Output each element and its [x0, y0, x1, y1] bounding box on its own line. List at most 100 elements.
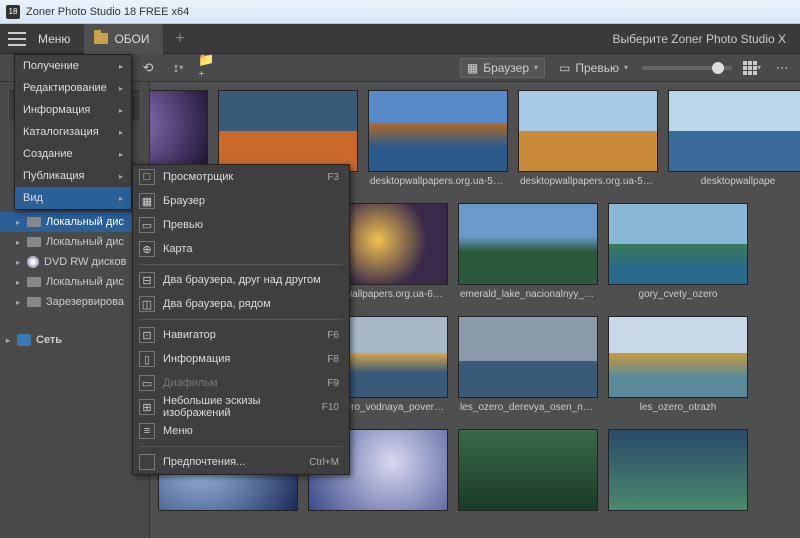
- menu-item-label: Редактирование: [23, 82, 107, 94]
- tree-item-drive[interactable]: ▸ Локальный дис: [0, 232, 149, 252]
- refresh-icon[interactable]: ⟲: [138, 58, 158, 78]
- thumbnail-image: [608, 316, 748, 398]
- submenu-item[interactable]: Предпочтения...Ctrl+M: [133, 450, 349, 474]
- thumbnail-image: [668, 90, 800, 172]
- thumbnail[interactable]: emerald_lake_nacionalnyy_park...: [458, 203, 598, 310]
- submenu-item[interactable]: ⊡НавигаторF6: [133, 323, 349, 347]
- menu-item-label: Создание: [23, 148, 73, 160]
- submenu-shortcut: F3: [327, 172, 339, 183]
- thumbnail[interactable]: desktopwallpapers.org.ua-5367...: [518, 90, 658, 197]
- submenu-shortcut: F10: [322, 402, 339, 413]
- sort-icon[interactable]: ↕▾: [168, 58, 188, 78]
- thumbnail-image: [458, 316, 598, 398]
- thumbnail[interactable]: [458, 429, 598, 525]
- submenu-label: Диафильм: [163, 377, 327, 389]
- network-root[interactable]: ▸ Сеть: [0, 330, 149, 350]
- add-folder-icon[interactable]: 📁⁺: [198, 58, 218, 78]
- menu-item[interactable]: Каталогизация▸: [15, 121, 131, 143]
- thumbnail-image: [218, 90, 358, 172]
- tree-item-drive[interactable]: ▸DVD RW дисков: [0, 252, 149, 272]
- submenu-label: Навигатор: [163, 329, 327, 341]
- tree-item-drive[interactable]: ▸ Локальный дис: [0, 212, 149, 232]
- thumbnail[interactable]: [608, 429, 748, 525]
- tab-label: ОБОИ: [114, 32, 149, 46]
- menu-item[interactable]: Получение▸: [15, 55, 131, 77]
- chevron-right-icon: ▸: [119, 172, 123, 181]
- tree-item-label: Локальный дис: [46, 236, 124, 248]
- submenu-icon: ◫: [139, 296, 155, 312]
- thumbnail[interactable]: desktopwallpapers.org.ua-5261...: [368, 90, 508, 197]
- grid-small-icon: ▦: [467, 61, 478, 75]
- submenu-icon: ▦: [139, 193, 155, 209]
- submenu-icon: ⊟: [139, 272, 155, 288]
- new-tab-button[interactable]: +: [163, 30, 196, 48]
- thumbnail-label: [308, 511, 448, 525]
- menu-separator: [139, 264, 343, 265]
- thumbnail-image: [608, 203, 748, 285]
- chevron-right-icon: ▸: [119, 106, 123, 115]
- thumbnail-image: [150, 90, 208, 172]
- drive-icon: [27, 217, 41, 227]
- menu-item[interactable]: Публикация ▸: [15, 165, 131, 187]
- thumbnail-image: [458, 429, 598, 511]
- zoom-slider[interactable]: [642, 66, 732, 70]
- menu-item[interactable]: Вид▸: [15, 187, 131, 209]
- thumbnail-label: les_ozero_otrazh: [608, 398, 748, 423]
- submenu-item[interactable]: ▦Браузер: [133, 189, 349, 213]
- submenu-icon: [139, 454, 155, 470]
- tree-item-drive[interactable]: ▸Локальный дис: [0, 272, 149, 292]
- submenu-item[interactable]: ⊞ Небольшие эскизы изображенийF10: [133, 395, 349, 419]
- thumbnail-image: [608, 429, 748, 511]
- menu-item[interactable]: Создание▸: [15, 143, 131, 165]
- submenu-item[interactable]: ⊟Два браузера, друг над другом: [133, 268, 349, 292]
- more-icon[interactable]: ⋯: [772, 58, 792, 78]
- menu-item[interactable]: Редактирование ▸: [15, 77, 131, 99]
- thumbnail-label: desktopwallpapers.org.ua-5261...: [368, 172, 508, 197]
- tab-oboi[interactable]: ОБОИ: [84, 24, 163, 54]
- thumbnail-label: desktopwallpape: [668, 172, 800, 197]
- submenu-label: Карта: [163, 243, 339, 255]
- tree-item-label: Локальный дис: [46, 216, 124, 228]
- preview-icon: ▭: [559, 61, 570, 75]
- chevron-right-icon: ▸: [119, 84, 123, 93]
- submenu-item[interactable]: ⊕Карта: [133, 237, 349, 261]
- submenu-item[interactable]: ≡Меню: [133, 419, 349, 443]
- submenu-item[interactable]: □ПросмотрщикF3: [133, 165, 349, 189]
- chevron-right-icon: ▸: [16, 238, 24, 247]
- thumbnail-size-button[interactable]: ▾: [742, 58, 762, 78]
- submenu-icon: ⊞: [139, 399, 155, 415]
- submenu-item[interactable]: ▯ИнформацияF8: [133, 347, 349, 371]
- submenu-icon: ▭: [139, 217, 155, 233]
- chevron-down-icon: ▾: [624, 63, 628, 72]
- thumbnail[interactable]: desktopwallpape: [668, 90, 800, 197]
- thumbnail-label: les_ozero_derevya_osen_nacion...: [458, 398, 598, 423]
- thumbnail-label: emerald_lake_nacionalnyy_park...: [458, 285, 598, 310]
- submenu-shortcut: F6: [327, 330, 339, 341]
- promo-link[interactable]: Выберите Zoner Photo Studio X: [602, 32, 796, 46]
- submenu-label: Меню: [163, 425, 339, 437]
- tree-item-drive[interactable]: ▸Зарезервирова: [0, 292, 149, 312]
- thumbnail-label: [608, 511, 748, 525]
- menu-item[interactable]: Информация ▸: [15, 99, 131, 121]
- thumbnail[interactable]: gory_cvety_ozero: [608, 203, 748, 310]
- menu-button[interactable]: Меню: [30, 32, 78, 46]
- hamburger-icon[interactable]: [8, 32, 26, 46]
- menu-item-label: Публикация: [23, 170, 84, 182]
- app-icon: 18: [6, 5, 20, 19]
- submenu-item: ▭ДиафильмF9: [133, 371, 349, 395]
- slider-thumb[interactable]: [712, 62, 724, 74]
- chevron-right-icon: ▸: [16, 218, 24, 227]
- chevron-right-icon: ▸: [16, 278, 24, 287]
- thumbnail-label: [458, 511, 598, 525]
- submenu-item[interactable]: ▭Превью: [133, 213, 349, 237]
- thumbnail[interactable]: les_ozero_otrazh: [608, 316, 748, 423]
- submenu-item[interactable]: ◫Два браузера, рядом: [133, 292, 349, 316]
- submenu-label: Предпочтения...: [163, 456, 309, 468]
- menu-item-label: Информация: [23, 104, 90, 116]
- menubar: Меню ОБОИ + Выберите Zoner Photo Studio …: [0, 24, 800, 54]
- preview-mode-button[interactable]: ▭ Превью ▾: [555, 59, 632, 77]
- browser-mode-button[interactable]: ▦ Браузер ▾: [460, 58, 545, 78]
- thumbnail[interactable]: les_ozero_derevya_osen_nacion...: [458, 316, 598, 423]
- app-title: Zoner Photo Studio 18 FREE x64: [26, 6, 189, 18]
- submenu-label: Небольшие эскизы изображений: [163, 395, 322, 419]
